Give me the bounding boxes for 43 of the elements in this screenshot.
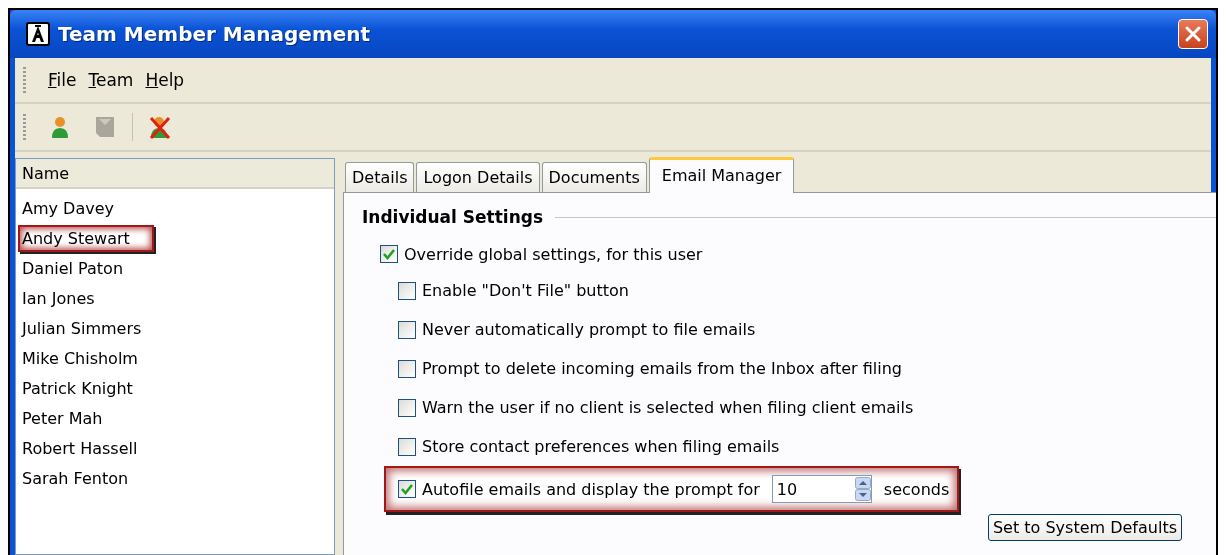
member-name[interactable]: Andy Stewart — [18, 224, 154, 252]
member-name[interactable]: Sarah Fenton — [20, 466, 151, 490]
person-cross-icon — [147, 114, 173, 140]
menu-item[interactable]: Help — [145, 70, 185, 90]
option-label: Store contact preferences when filing emails — [422, 437, 780, 456]
tab[interactable]: Logon Details — [416, 162, 540, 192]
section-title: Individual Settings — [362, 207, 544, 227]
member-name[interactable]: Julian Simmers — [20, 316, 164, 340]
spin-down-icon[interactable] — [854, 489, 871, 501]
member-name[interactable]: Robert Hassell — [20, 436, 160, 460]
checkbox[interactable] — [398, 398, 416, 417]
checkbox[interactable] — [398, 437, 416, 456]
option-label: Warn the user if no client is selected when filing client emails — [422, 398, 914, 417]
app-icon — [26, 22, 50, 46]
column-header[interactable]: Name — [16, 159, 334, 189]
checkbox[interactable] — [398, 281, 416, 300]
seconds-label: seconds — [883, 479, 950, 499]
option-label: Override global settings, for this user — [404, 244, 703, 264]
member-name[interactable]: Peter Mah — [20, 406, 125, 430]
option-label: Autofile emails and display the prompt for — [422, 479, 760, 499]
close-button[interactable] — [1178, 19, 1208, 49]
checkbox[interactable] — [398, 359, 416, 378]
tab[interactable]: Details — [345, 162, 415, 192]
seconds-spinbox[interactable]: 10 — [771, 475, 872, 503]
member-name[interactable]: Mike Chisholm — [20, 346, 160, 370]
window-title: Team Member Management — [58, 22, 372, 46]
menu-item[interactable]: Team — [88, 70, 134, 90]
system-defaults-button[interactable]: Set to System Defaults — [987, 514, 1182, 541]
spin-up-icon[interactable] — [854, 477, 871, 489]
checkbox[interactable] — [380, 245, 398, 263]
option-label: Enable "Don't File" button — [422, 281, 629, 300]
member-name[interactable]: Daniel Paton — [20, 256, 146, 280]
tab[interactable]: Documents — [541, 162, 647, 192]
checkbox[interactable] — [398, 320, 416, 339]
checkbox[interactable] — [398, 480, 416, 498]
member-name[interactable]: Patrick Knight — [20, 376, 155, 400]
option-label: Never automatically prompt to file emails — [422, 320, 756, 339]
member-name[interactable]: Amy Davey — [20, 196, 136, 220]
close-icon — [1184, 25, 1202, 43]
menu-item[interactable]: File — [48, 70, 77, 90]
member-name[interactable]: Ian Jones — [20, 286, 117, 310]
option-label: Prompt to delete incoming emails from the Inbox after filing — [422, 359, 902, 378]
tab[interactable]: Email Manager — [648, 157, 795, 193]
